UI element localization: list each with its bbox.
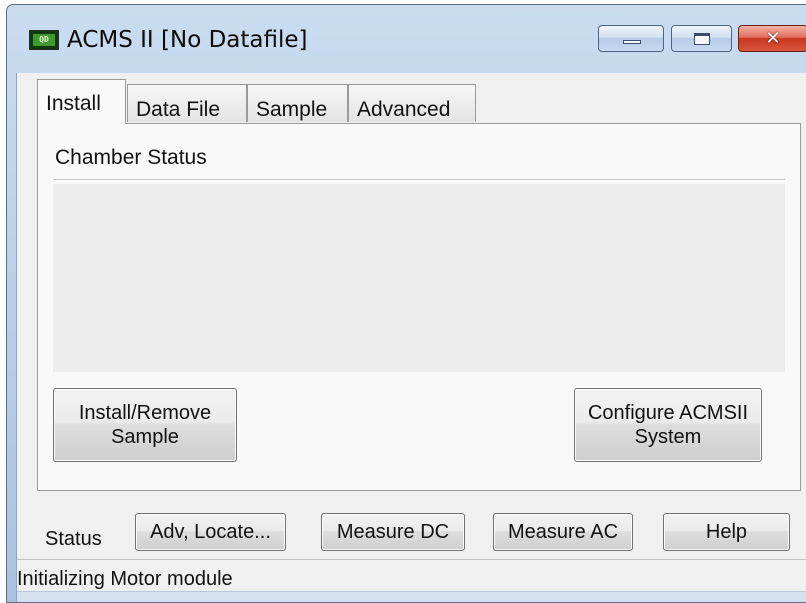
maximize-icon <box>694 33 710 45</box>
close-button[interactable]: ✕ <box>738 25 806 52</box>
tab-sample[interactable]: Sample <box>247 84 348 122</box>
install-remove-line2: Sample <box>111 426 179 448</box>
adv-locate-button[interactable]: Adv, Locate... <box>135 513 286 551</box>
measure-dc-button[interactable]: Measure DC <box>321 513 465 551</box>
chamber-status-label: Chamber Status <box>55 146 207 169</box>
configure-line1: Configure ACMSII <box>587 402 749 424</box>
client-area: Install Data File Sample Advanced Chambe… <box>16 73 806 602</box>
window-bottom-border <box>17 591 806 602</box>
install-tab-panel: Chamber Status Install/Remove Sample Con… <box>37 123 801 491</box>
app-icon-text: QD <box>33 34 55 46</box>
chamber-status-area <box>53 184 785 372</box>
install-remove-sample-button[interactable]: Install/Remove Sample <box>53 388 237 462</box>
help-button[interactable]: Help <box>663 513 790 551</box>
tab-data-file[interactable]: Data File <box>127 84 247 122</box>
status-message: Initializing Motor module <box>17 568 233 590</box>
app-icon[interactable]: QD <box>29 30 59 50</box>
measure-ac-button[interactable]: Measure AC <box>493 513 633 551</box>
tab-advanced[interactable]: Advanced <box>348 84 476 122</box>
configure-line2: System <box>634 426 702 448</box>
maximize-button[interactable] <box>671 25 732 52</box>
minimize-icon <box>623 40 641 44</box>
title-bar[interactable]: QD ACMS II [No Datafile] ✕ <box>7 5 806 75</box>
tab-install[interactable]: Install <box>37 79 126 124</box>
window-title: ACMS II [No Datafile] <box>67 27 308 53</box>
install-remove-line1: Install/Remove <box>78 402 212 424</box>
status-label: Status <box>45 528 102 550</box>
configure-system-button[interactable]: Configure ACMSII System <box>574 388 762 462</box>
close-icon: ✕ <box>765 28 781 49</box>
chamber-status-divider <box>53 179 785 181</box>
app-window: QD ACMS II [No Datafile] ✕ Install Data … <box>6 4 806 603</box>
minimize-button[interactable] <box>598 25 664 52</box>
